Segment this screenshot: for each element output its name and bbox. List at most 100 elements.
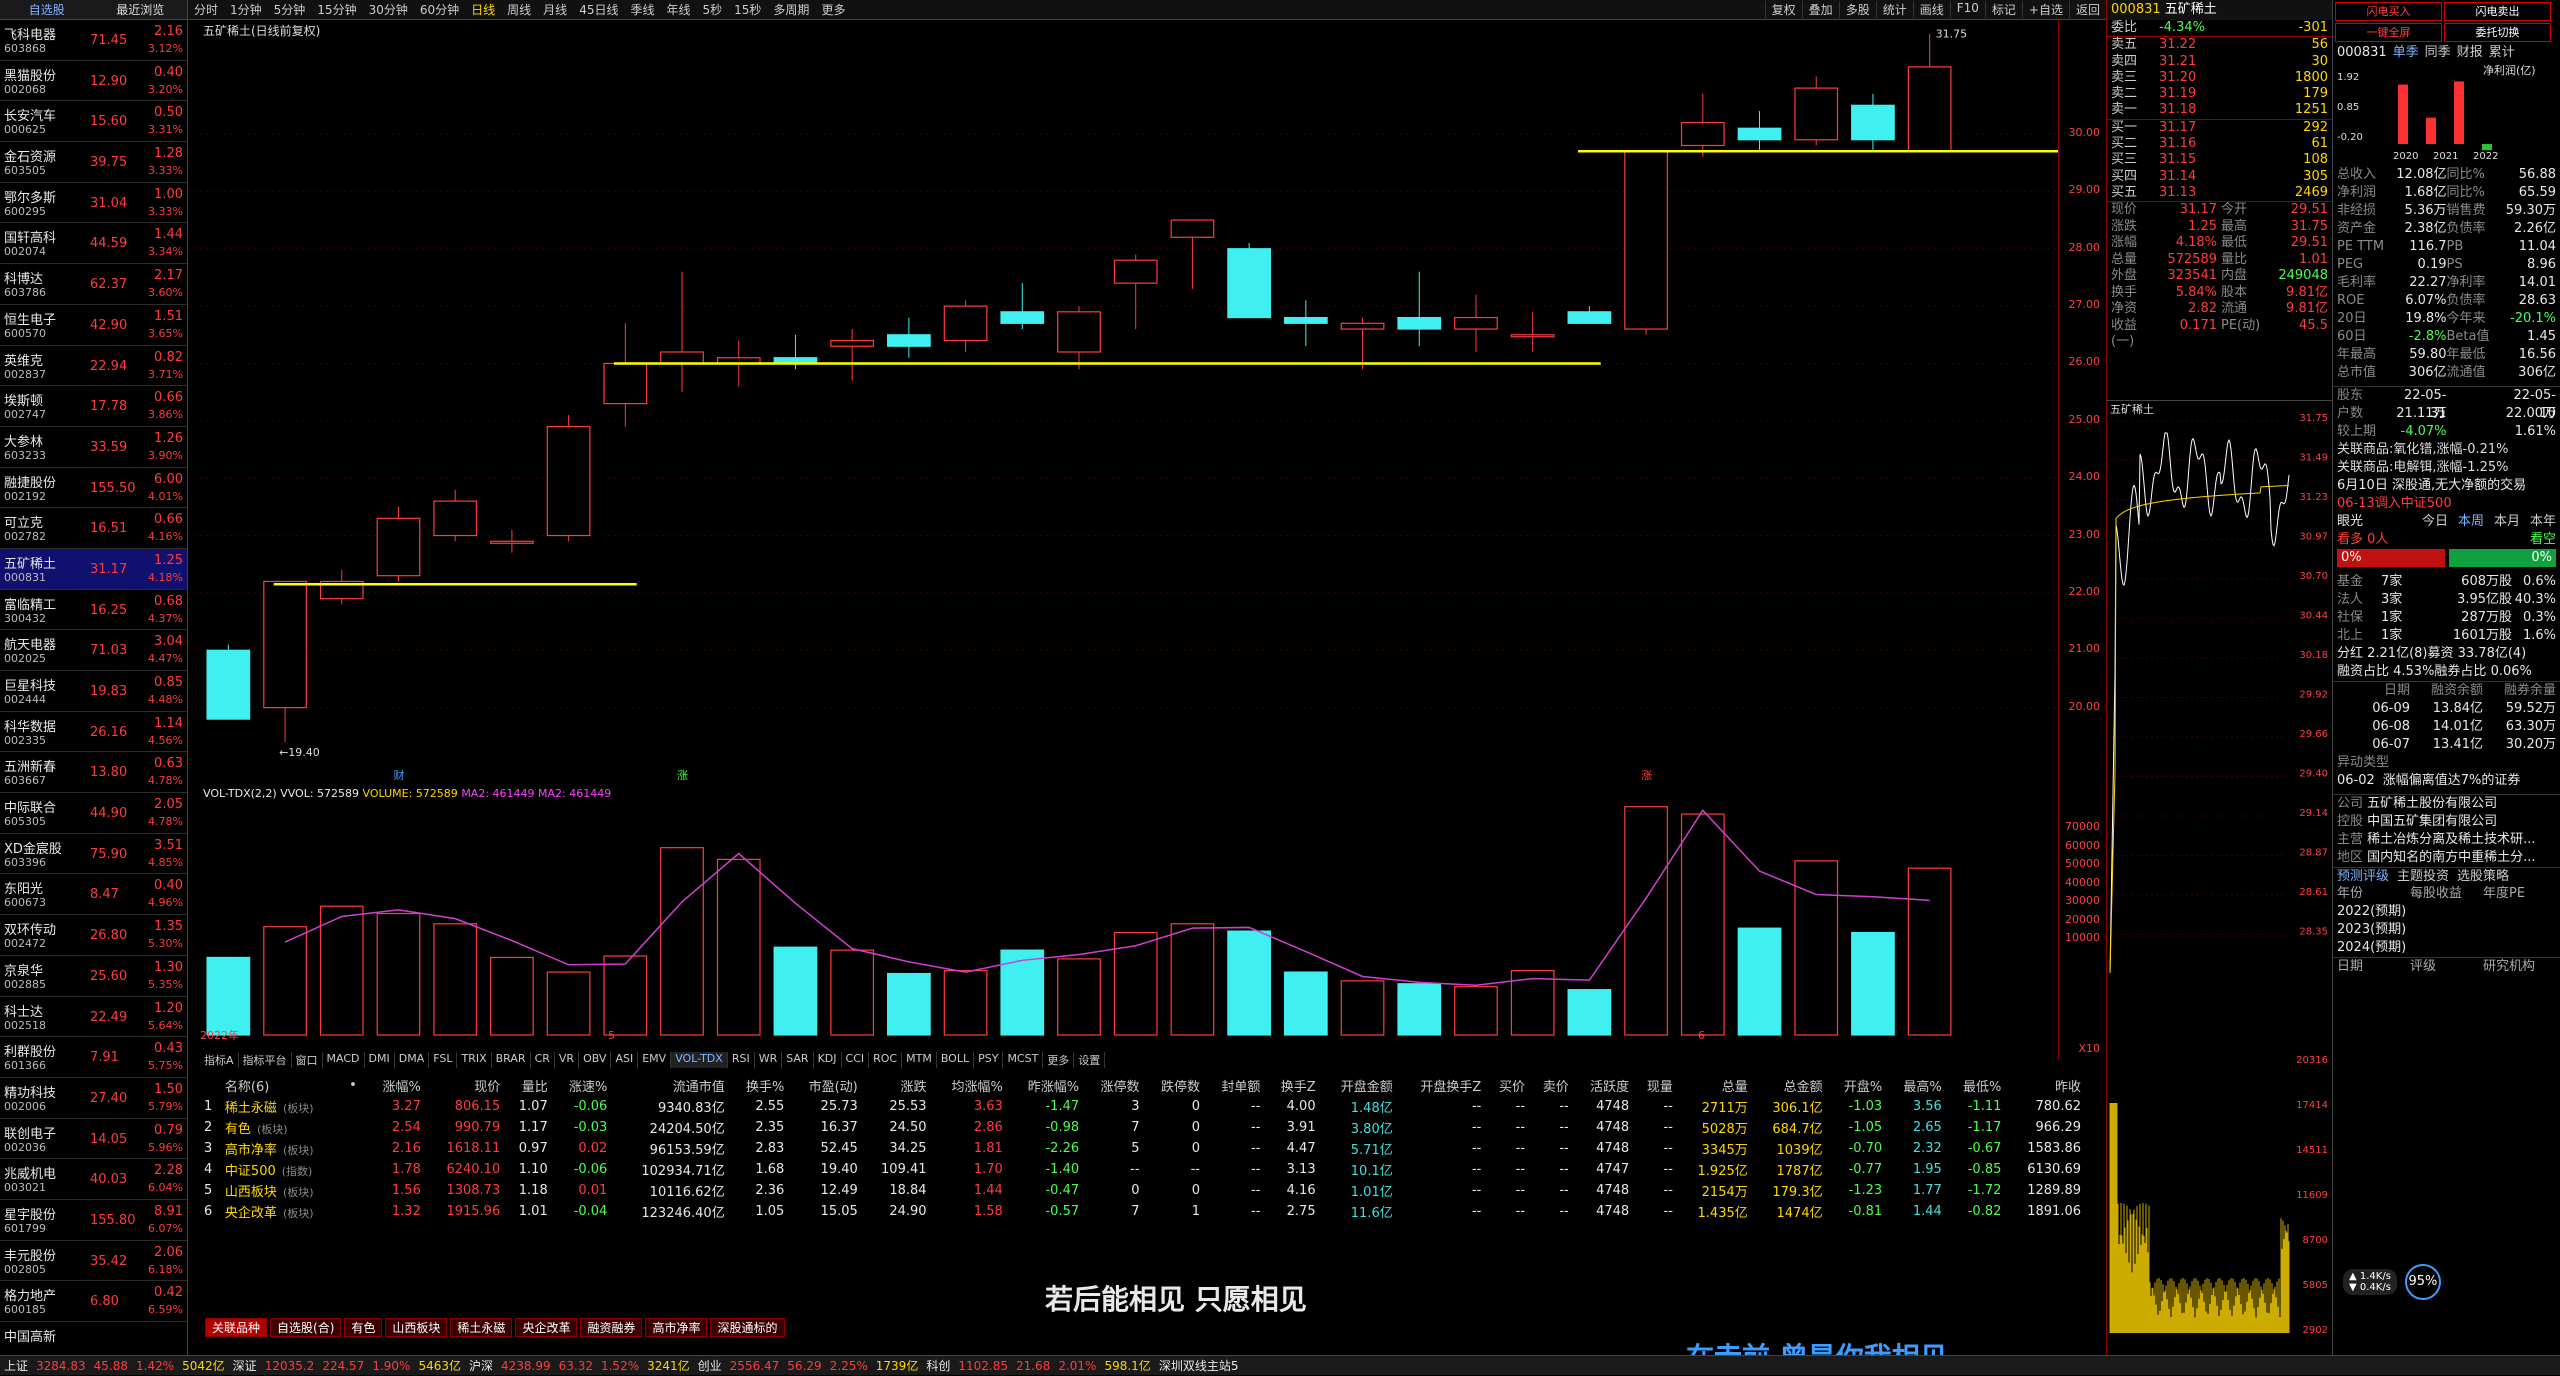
view-period-tab[interactable]: 本周 xyxy=(2458,513,2484,531)
ticker-item[interactable]: 科创 xyxy=(922,1357,954,1374)
ticker-item[interactable]: 上证 xyxy=(0,1357,32,1374)
indicator-tab[interactable]: VR xyxy=(555,1052,580,1068)
watchlist-item[interactable]: 大参林 603233 33.59 1.26 3.90% xyxy=(0,427,187,468)
indicator-tab[interactable]: MACD xyxy=(323,1052,365,1068)
watchlist-item[interactable]: 可立克 002782 16.51 0.66 4.16% xyxy=(0,508,187,549)
board-tab[interactable]: 有色 xyxy=(344,1318,383,1337)
indicator-tab[interactable]: 指标A xyxy=(200,1052,239,1068)
watchlist-item[interactable]: 联创电子 002036 14.05 0.79 5.96% xyxy=(0,1119,187,1160)
board-tab[interactable]: 自选股(合) xyxy=(270,1318,342,1337)
toolbar-button[interactable]: 画线 xyxy=(1912,1,1950,18)
intraday-mini-chart[interactable]: 五矿稀土 31.75 31.49 31.23 30.97 30.70 30.44 30.18… xyxy=(2106,400,2332,1345)
indicator-tab[interactable]: CR xyxy=(531,1052,555,1068)
watchlist-item[interactable]: 科士达 002518 22.49 1.20 5.64% xyxy=(0,997,187,1038)
board-tab[interactable]: 央企改革 xyxy=(515,1318,578,1337)
column-header[interactable]: 最高% xyxy=(1886,1075,1946,1096)
table-row[interactable]: 3 高市净率 (板块) 2.16 1618.11 0.97 0.02 96153.59亿 2.8… xyxy=(200,1138,2085,1159)
period-button[interactable]: 季线 xyxy=(624,1,660,18)
indicator-tab[interactable]: SAR xyxy=(782,1052,814,1068)
ask-row[interactable]: 卖三 31.20 1800 xyxy=(2107,70,2332,86)
column-header[interactable]: 换手% xyxy=(729,1075,789,1096)
tab-watchlist[interactable]: 自选股 xyxy=(0,0,94,19)
watchlist-item[interactable]: 英维克 002837 22.94 0.82 3.71% xyxy=(0,346,187,387)
column-header[interactable]: 活跃度 xyxy=(1573,1075,1633,1096)
column-header[interactable]: 昨收 xyxy=(2005,1075,2085,1096)
period-button[interactable]: 5分钟 xyxy=(268,1,312,18)
watchlist-item[interactable]: 星宇股份 601799 155.80 8.91 6.07% xyxy=(0,1200,187,1241)
ticker-item[interactable]: 深圳双线主站5 xyxy=(1155,1357,1243,1374)
quick-action-button[interactable]: 闪电卖出 xyxy=(2444,2,2552,21)
watchlist-item[interactable]: 科华数据 002335 26.16 1.14 4.56% xyxy=(0,712,187,753)
column-header[interactable]: 涨跌 xyxy=(862,1075,931,1096)
table-row[interactable]: 2 有色 (板块) 2.54 990.79 1.17 -0.03 24204.50亿 2.35 1… xyxy=(200,1117,2085,1138)
watchlist-item[interactable]: 利群股份 601366 7.91 0.43 5.75% xyxy=(0,1037,187,1078)
fin-period-tab[interactable]: 累计 xyxy=(2489,44,2515,62)
fin-period-tab[interactable]: 财报 xyxy=(2457,44,2483,62)
column-header[interactable]: 最低% xyxy=(1946,1075,2006,1096)
toolbar-button[interactable]: 返回 xyxy=(2068,1,2106,18)
news-item[interactable]: 6月10日 深股通,无大净额的交易 xyxy=(2333,477,2560,495)
related-commodity-1[interactable]: 关联商品:氧化镨,涨幅-0.21% xyxy=(2333,441,2560,459)
board-tab[interactable]: 深股通标的 xyxy=(710,1318,785,1337)
period-button[interactable]: 15秒 xyxy=(728,1,767,18)
indicator-tab[interactable]: BOLL xyxy=(937,1052,975,1068)
column-header[interactable]: 封单额 xyxy=(1204,1075,1264,1096)
indicator-tab[interactable]: PSY xyxy=(974,1052,1004,1068)
forecast-tab[interactable]: 主题投资 xyxy=(2397,868,2449,885)
watchlist-item[interactable]: 丰元股份 002805 35.42 2.06 6.18% xyxy=(0,1241,187,1282)
indicator-tab[interactable]: CCI xyxy=(842,1052,870,1068)
column-header[interactable]: 涨停数 xyxy=(1083,1075,1143,1096)
tab-recent[interactable]: 最近浏览 xyxy=(94,0,188,19)
indicator-tab[interactable]: MTM xyxy=(902,1052,937,1068)
watchlist-item[interactable]: XD金宸股 603396 75.90 3.51 4.85% xyxy=(0,834,187,875)
watchlist-item[interactable]: 巨星科技 002444 19.83 0.85 4.48% xyxy=(0,671,187,712)
ticker-item[interactable]: 沪深 xyxy=(465,1357,497,1374)
column-header[interactable]: 卖价 xyxy=(1529,1075,1573,1096)
quick-action-button[interactable]: 委托切换 xyxy=(2444,23,2552,42)
period-button[interactable]: 1分钟 xyxy=(224,1,268,18)
toolbar-button[interactable]: +自选 xyxy=(2021,1,2069,18)
indicator-tab[interactable]: FSL xyxy=(429,1052,458,1068)
watchlist-item[interactable]: 恒生电子 600570 42.90 1.51 3.65% xyxy=(0,305,187,346)
bid-row[interactable]: 买三 31.15 108 xyxy=(2107,152,2332,168)
watchlist-item[interactable]: 国轩高科 002074 44.59 1.44 3.34% xyxy=(0,223,187,265)
indicator-tab[interactable]: TRIX xyxy=(457,1052,492,1068)
column-header[interactable]: 总量 xyxy=(1677,1075,1752,1096)
forecast-tab[interactable]: 选股策略 xyxy=(2457,868,2509,885)
column-header[interactable]: 换手Z xyxy=(1264,1075,1319,1096)
toolbar-button[interactable]: F10 xyxy=(1949,1,1985,18)
indicator-tab[interactable]: DMI xyxy=(365,1052,395,1068)
kline-chart[interactable]: 31.75 ←19.40 财 涨 涨 xyxy=(188,20,2058,780)
indicator-tab[interactable]: KDJ xyxy=(814,1052,842,1068)
column-header[interactable]: 涨速% xyxy=(552,1075,612,1096)
column-header[interactable]: 开盘% xyxy=(1827,1075,1887,1096)
forecast-tab[interactable]: 预测评级 xyxy=(2337,868,2389,885)
period-button[interactable]: 45日线 xyxy=(573,1,624,18)
watchlist-item[interactable]: 航天电器 002025 71.03 3.04 4.47% xyxy=(0,630,187,671)
indicator-tab[interactable]: 设置 xyxy=(1074,1052,1106,1068)
view-period-tab[interactable]: 本年 xyxy=(2530,513,2556,531)
bid-row[interactable]: 买四 31.14 305 xyxy=(2107,169,2332,185)
column-header[interactable]: 买价 xyxy=(1485,1075,1529,1096)
watchlist-item[interactable]: 金石资源 603505 39.75 1.28 3.33% xyxy=(0,142,187,183)
toolbar-button[interactable]: 复权 xyxy=(1764,1,1802,18)
period-button[interactable]: 30分钟 xyxy=(363,1,414,18)
watchlist-item[interactable]: 东阳光 600673 8.47 0.40 4.96% xyxy=(0,874,187,916)
period-button[interactable]: 多周期 xyxy=(767,1,815,18)
period-button[interactable]: 更多 xyxy=(815,1,851,18)
bid-row[interactable]: 买五 31.13 2469 xyxy=(2107,185,2332,201)
board-tab[interactable]: 山西板块 xyxy=(385,1318,448,1337)
period-button[interactable]: 分时 xyxy=(188,1,224,18)
indicator-tab[interactable]: 窗口 xyxy=(292,1052,323,1068)
period-button[interactable]: 周线 xyxy=(501,1,537,18)
indicator-tab[interactable]: DMA xyxy=(395,1052,430,1068)
watchlist-item[interactable]: 科博达 603786 62.37 2.17 3.60% xyxy=(0,264,187,305)
column-header[interactable]: 现价 xyxy=(425,1075,504,1096)
table-row[interactable]: 1 稀土永磁 (板块) 3.27 806.15 1.07 -0.06 9340.83亿 2.55… xyxy=(200,1096,2085,1117)
quick-action-button[interactable]: 闪电买入 xyxy=(2335,2,2443,21)
column-header[interactable]: 市盈(动) xyxy=(788,1075,861,1096)
toolbar-button[interactable]: 多股 xyxy=(1838,1,1876,18)
bid-row[interactable]: 买一 31.17 292 xyxy=(2107,120,2332,136)
watchlist-item[interactable]: 融捷股份 002192 155.50 6.00 4.01% xyxy=(0,468,187,509)
indicator-tab[interactable]: 指标平台 xyxy=(239,1052,292,1068)
